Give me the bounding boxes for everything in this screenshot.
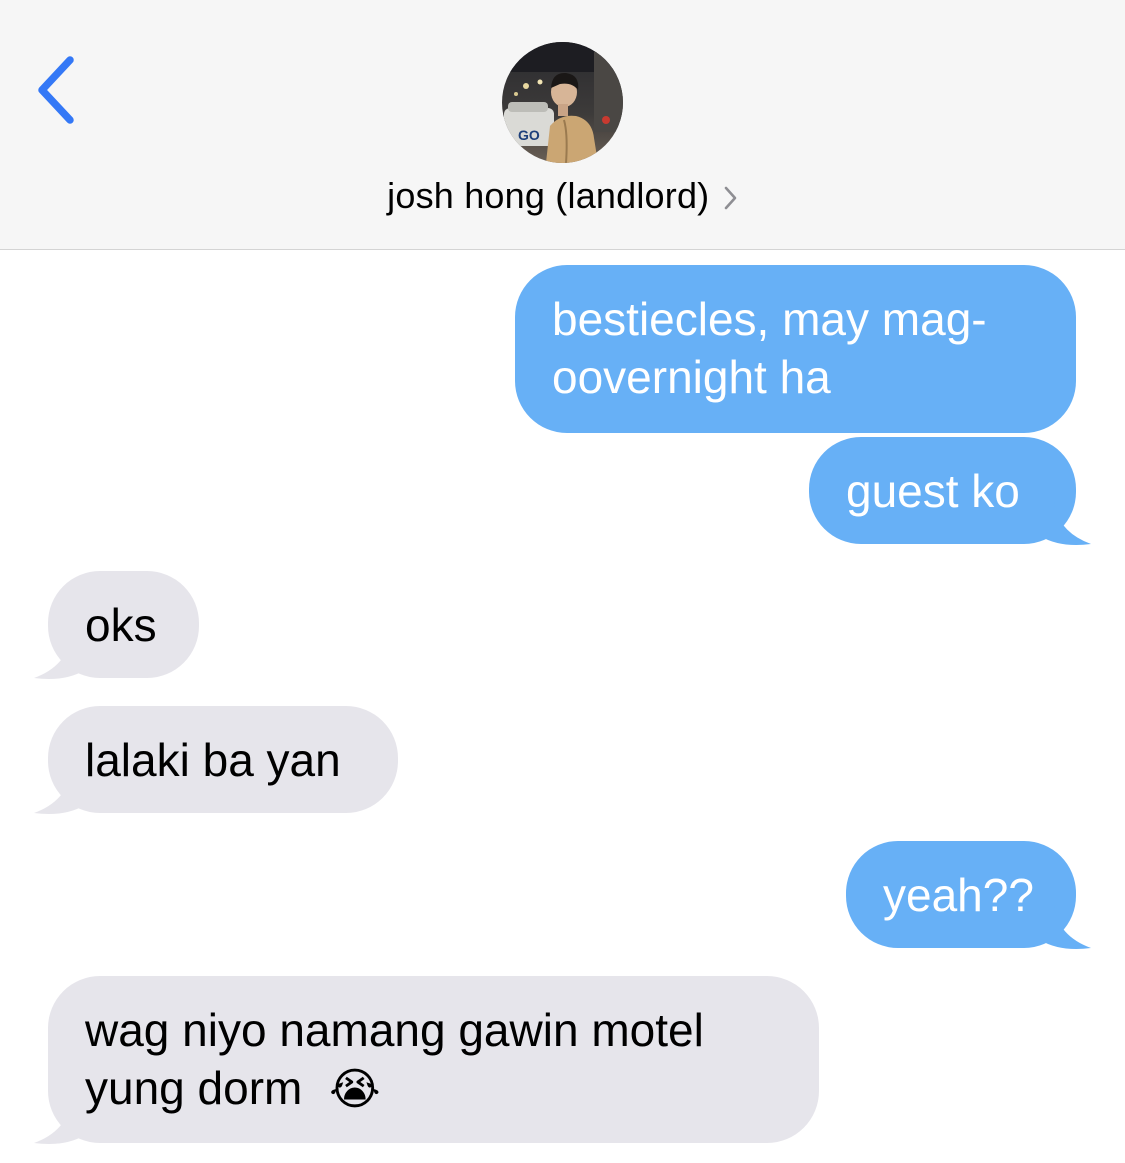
contact-name-button[interactable]: josh hong (landlord) bbox=[0, 172, 1125, 222]
message-bubble-sent[interactable]: guest ko bbox=[809, 437, 1076, 544]
message-text: guest ko bbox=[846, 465, 1020, 517]
back-button[interactable] bbox=[30, 52, 90, 132]
emoji: 😭 bbox=[329, 1065, 381, 1114]
contact-name: josh hong (landlord) bbox=[387, 175, 710, 216]
chevron-right-icon bbox=[724, 186, 738, 215]
message-text: oks bbox=[85, 599, 157, 651]
avatar-label: GO bbox=[518, 127, 540, 143]
message-text: oovernight ha bbox=[552, 351, 831, 403]
message-text: yung dorm bbox=[85, 1062, 303, 1114]
message-text: wag niyo namang gawin motel bbox=[85, 1004, 704, 1056]
message-bubble-received[interactable]: lalaki ba yan bbox=[48, 706, 398, 813]
conversation-header: GO josh hong (landlord) bbox=[0, 0, 1125, 250]
bubble-tail-received bbox=[34, 771, 85, 814]
message-bubble-received[interactable]: wag niyo namang gawin motel yung dorm 😭 bbox=[48, 976, 819, 1143]
crying-face-emoji: 😭 bbox=[329, 1065, 380, 1114]
message-thread: bestiecles, may mag- oovernight ha guest… bbox=[0, 250, 1125, 1163]
message-text: yeah?? bbox=[883, 869, 1034, 921]
avatar[interactable]: GO bbox=[502, 42, 623, 163]
bubble-tail-sent bbox=[1040, 906, 1091, 949]
message-text: lalaki ba yan bbox=[85, 734, 341, 786]
bubble-tail-received bbox=[34, 636, 85, 679]
bubble-tail-sent bbox=[1040, 502, 1091, 545]
message-text: bestiecles, may mag- bbox=[552, 293, 987, 345]
chevron-left-icon bbox=[30, 52, 90, 132]
bubble-tail-received bbox=[34, 1101, 85, 1144]
message-bubble-sent[interactable]: bestiecles, may mag- oovernight ha bbox=[515, 265, 1076, 433]
